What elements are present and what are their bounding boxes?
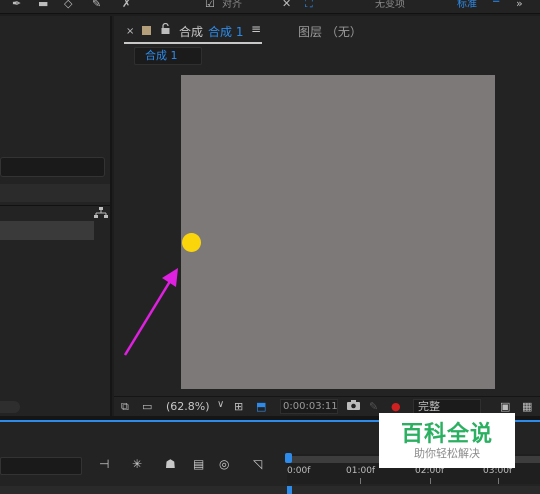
transparency-grid-icon[interactable]: ▦ <box>522 400 532 413</box>
tick-label: 0:00f <box>287 466 311 476</box>
eraser-tool-icon[interactable]: ◇ <box>64 0 72 10</box>
resolution-dropdown[interactable]: 完整 <box>413 399 481 414</box>
project-scrollbar[interactable] <box>0 401 20 413</box>
current-time-field[interactable]: 0:00:03:11 <box>280 399 338 414</box>
playhead-handle[interactable] <box>285 453 292 463</box>
camera-icon[interactable] <box>347 400 360 413</box>
graph-editor-icon[interactable]: ◹ <box>253 457 269 471</box>
project-search-input[interactable] <box>0 157 105 177</box>
project-column-header <box>0 184 110 202</box>
sun-layer[interactable] <box>182 233 201 252</box>
project-item-row[interactable] <box>0 221 94 240</box>
tick-mark <box>430 478 431 484</box>
flowchart-icon[interactable] <box>94 207 108 219</box>
comp-color-swatch <box>142 26 151 35</box>
pen-tool-icon[interactable]: ✒ <box>12 0 21 10</box>
color-picker-icon[interactable]: ✎ <box>369 400 378 413</box>
top-toolbar: ✒ ▬ ◇ ✎ ✗ ☑ 对齐 ✕ ⛶ 无变项 标准 ≡ » <box>0 0 540 14</box>
comp-flowchart-icon[interactable]: ⊣ <box>99 457 115 471</box>
composition-panel: × 合成 合成 1 ≡ 图层 （无） 合成 1 ⧉ ▭ (62.8%) ∨ ⊞ … <box>114 16 540 416</box>
workspace-label[interactable]: 无变项 <box>375 0 405 10</box>
mask-visibility-icon[interactable]: ⬒ <box>256 400 266 413</box>
tab-layer-panel[interactable]: 图层 （无） <box>298 23 362 40</box>
snap-label: 对齐 <box>222 0 242 10</box>
playhead-line[interactable] <box>287 486 292 494</box>
workspace-menu-icon[interactable]: ≡ <box>492 0 500 6</box>
composition-breadcrumb[interactable]: 合成 1 <box>134 47 202 65</box>
tick-mark <box>498 478 499 484</box>
snap-cross-icon[interactable]: ✕ <box>282 0 291 10</box>
align-tool-icon[interactable]: ▬ <box>38 0 48 10</box>
layer-header-strip <box>0 486 540 494</box>
zoom-level[interactable]: (62.8%) <box>166 400 210 413</box>
tab-composition-1[interactable]: 合成 1 <box>208 23 243 40</box>
expand-toolbar-icon[interactable]: » <box>516 0 523 10</box>
project-divider <box>0 205 110 206</box>
standard-workspace[interactable]: 标准 <box>457 0 477 10</box>
region-of-interest-icon[interactable]: ▣ <box>500 400 510 413</box>
chevron-down-icon[interactable]: ∨ <box>217 399 224 410</box>
draft-3d-icon[interactable]: ✳ <box>132 457 148 471</box>
lock-icon[interactable] <box>161 22 170 37</box>
composition-tab-bar: × 合成 合成 1 ≡ 图层 （无） <box>114 16 540 44</box>
safe-area-icon[interactable]: ⊞ <box>234 400 243 413</box>
watermark-title: 百科全说 <box>400 422 493 447</box>
snap-expand-icon[interactable]: ⛶ <box>305 0 313 11</box>
show-channel-icon[interactable]: ● <box>391 400 401 413</box>
timeline-search-input[interactable] <box>0 457 82 475</box>
tick-label: 01:00f <box>346 466 376 476</box>
tab-menu-icon[interactable]: ≡ <box>251 22 261 36</box>
watermark-subtitle: 助你轻松解决 <box>414 447 480 460</box>
active-tab-indicator <box>124 42 262 44</box>
watermark-logo: 百科全说 助你轻松解决 <box>379 413 515 468</box>
composition-viewer[interactable] <box>114 68 540 396</box>
tab-prefix-label: 合成 <box>179 25 204 39</box>
frame-blending-icon[interactable]: ▤ <box>193 457 209 471</box>
composition-canvas[interactable] <box>181 75 495 389</box>
shy-layers-icon[interactable]: ☗ <box>165 457 181 471</box>
always-preview-icon[interactable]: ⧉ <box>121 400 129 414</box>
monitor-icon[interactable]: ▭ <box>142 400 152 413</box>
pin-tool-icon[interactable]: ✗ <box>122 0 131 10</box>
puppet-tool-icon[interactable]: ✎ <box>92 0 101 10</box>
motion-blur-icon[interactable]: ◎ <box>219 457 235 471</box>
project-panel <box>0 16 112 416</box>
close-tab-icon[interactable]: × <box>126 26 134 37</box>
tick-mark <box>360 478 361 484</box>
snap-checkbox-icon[interactable]: ☑ <box>205 0 215 10</box>
